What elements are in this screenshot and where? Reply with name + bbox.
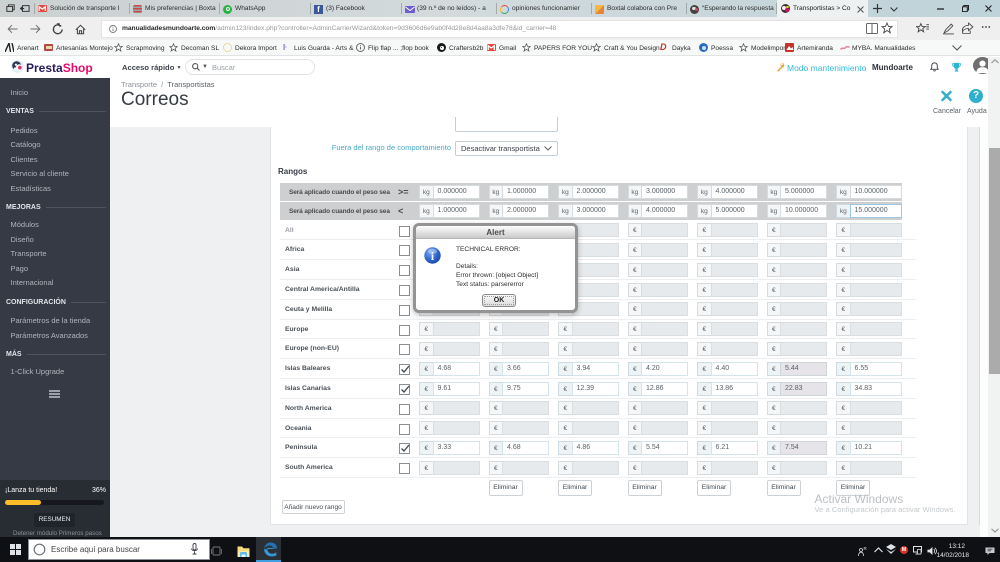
svg-text:R: R <box>864 546 868 551</box>
